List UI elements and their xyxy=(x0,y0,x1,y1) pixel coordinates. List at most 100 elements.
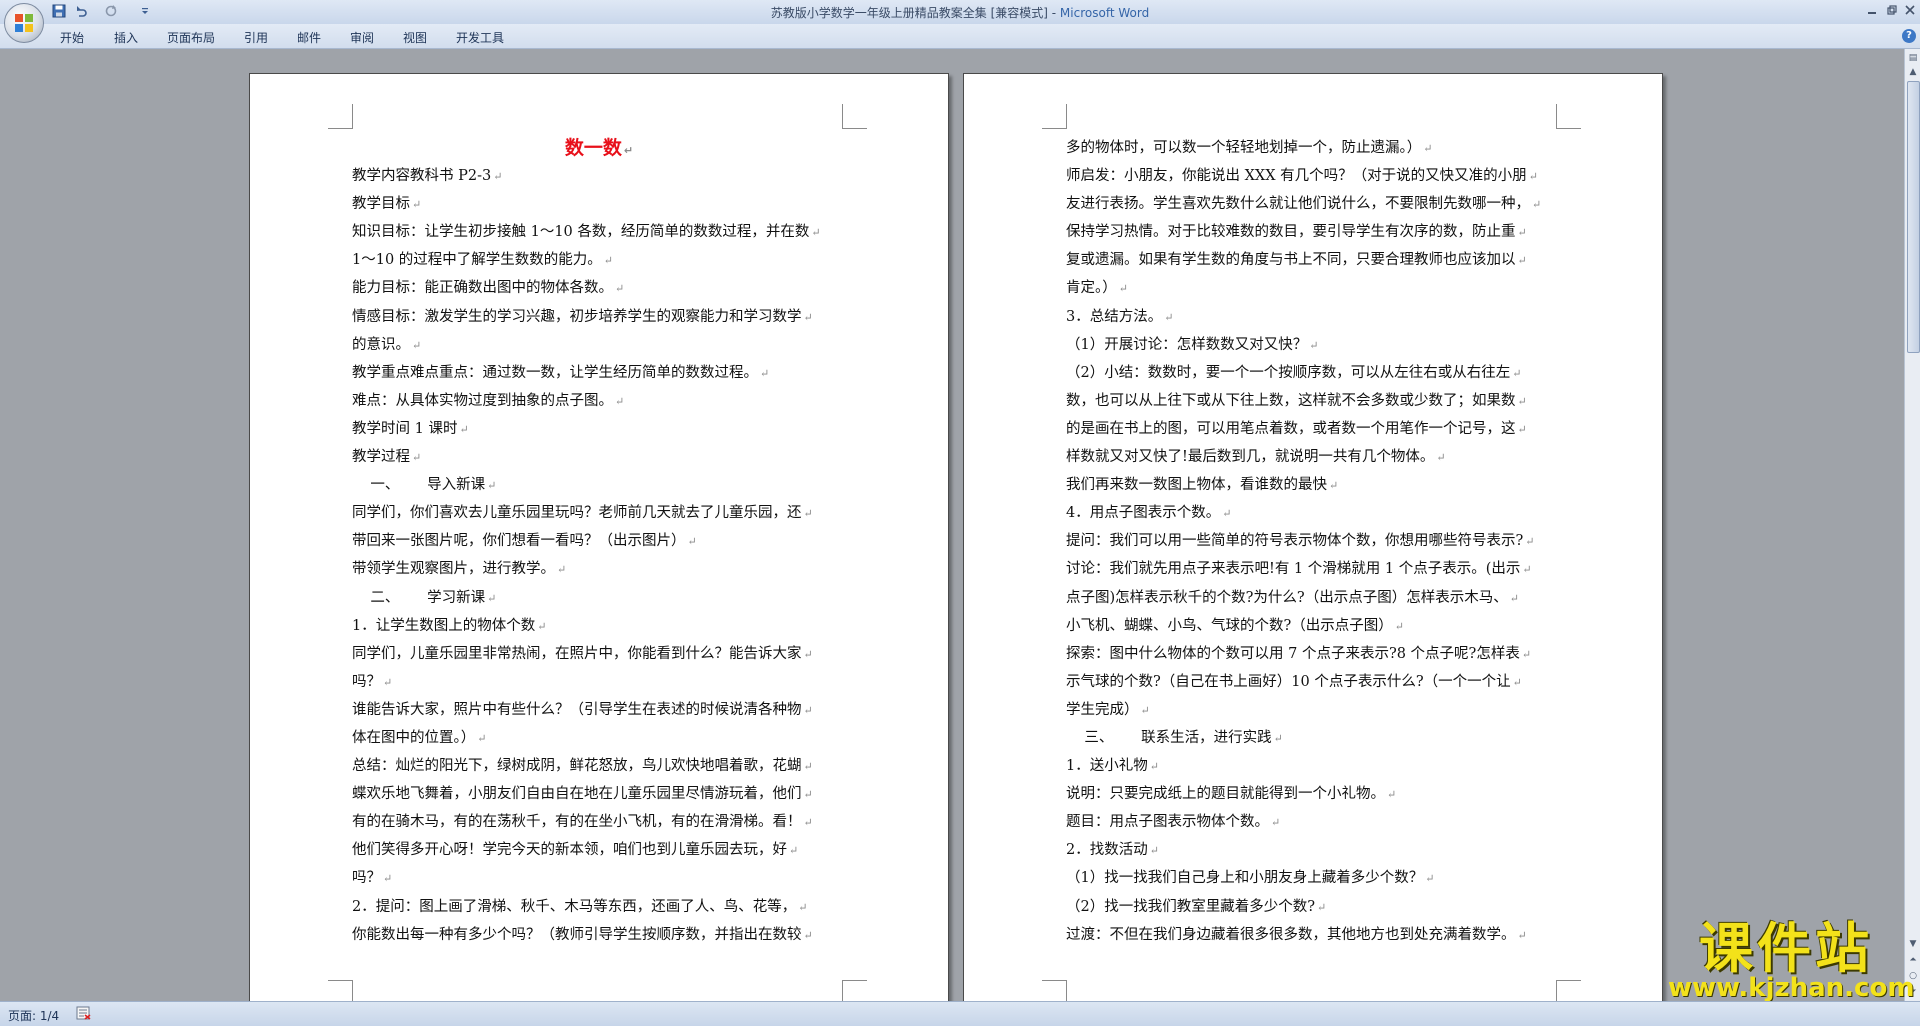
left-page-text: 数一数 ↵ 教学内容教科书 P2-3 ↵ 教学目标 ↵ 知识目标：让学生初步接触 1～10… xyxy=(352,134,846,949)
tab-review[interactable]: 审阅 xyxy=(350,29,374,46)
paragraph-mark-icon: ↵ xyxy=(803,816,813,830)
paragraph-mark-icon: ↵ xyxy=(1149,760,1159,774)
tab-insert[interactable]: 插入 xyxy=(114,29,138,46)
paragraph-mark-icon: ↵ xyxy=(383,872,393,886)
document-page-right[interactable]: 多的物体时，可以数一个轻轻地划掉一个，防止遗漏。） ↵ 师启发：小朋友，你能说出 X… xyxy=(963,73,1663,1015)
paragraph-line-text: 你能数出每一种有多少个吗？（教师引导学生按顺序数，并指出在数较 xyxy=(352,926,802,943)
paragraph-mark-icon: ↵ xyxy=(1222,507,1232,521)
paragraph-line: （1）找一找我们自己身上和小朋友身上藏着多少个数？ ↵ xyxy=(1066,864,1560,892)
close-button[interactable] xyxy=(1900,2,1920,20)
watermark-url: www.kjzhan.com xyxy=(1668,973,1915,1003)
paragraph-line: 1．让学生数图上的物体个数 ↵ xyxy=(352,612,846,640)
paragraph-mark-icon: ↵ xyxy=(459,422,469,436)
app-name: Microsoft Word xyxy=(1059,6,1150,20)
tab-developer[interactable]: 开发工具 xyxy=(456,29,504,46)
paragraph-line: 多的物体时，可以数一个轻轻地划掉一个，防止遗漏。） ↵ xyxy=(1066,134,1560,162)
paragraph-line-text: 示气球的个数?（自己在书上画好）10 个点子表示什么?（一个一个让 xyxy=(1066,673,1511,690)
watermark-text: 课件站 xyxy=(1699,917,1873,980)
tab-home[interactable]: 开始 xyxy=(60,29,84,46)
paragraph-line: 教学目标 ↵ xyxy=(352,190,846,218)
paragraph-mark-icon: ↵ xyxy=(803,647,813,661)
right-page-text: 多的物体时，可以数一个轻轻地划掉一个，防止遗漏。） ↵ 师启发：小朋友，你能说出 X… xyxy=(1066,134,1560,949)
paragraph-line-text: （2）找一找我们教室里藏着多少个数? xyxy=(1066,898,1315,915)
restore-button[interactable] xyxy=(1882,2,1902,20)
paragraph-line-text: 1～10 的过程中了解学生数数的能力。 xyxy=(352,252,602,269)
paragraph-mark-icon: ↵ xyxy=(1517,422,1527,436)
paragraph-line: 教学内容教科书 P2-3 ↵ xyxy=(352,162,846,190)
document-title-text: 数一数 xyxy=(564,137,622,159)
paragraph-line-text: 蝶欢乐地飞舞着，小朋友们自由自在地在儿童乐园里尽情游玩着，他们 xyxy=(352,786,802,803)
vertical-scrollbar[interactable]: ▤ ▲ ▼ ⏶ ○ ⏷ xyxy=(1904,49,1920,1001)
paragraph-mark-icon: ↵ xyxy=(1423,142,1433,155)
paragraph-mark-icon: ↵ xyxy=(1512,675,1522,689)
paragraph-line: 复或遗漏。如果有学生数的角度与书上不同，只要合理教师也应该加以 ↵ xyxy=(1066,246,1560,274)
paragraph-line-text: 复或遗漏。如果有学生数的角度与书上不同，只要合理教师也应该加以 xyxy=(1066,252,1516,269)
paragraph-line-text: 样数就又对又快了!最后数到几，就说明一共有几个物体。 xyxy=(1066,449,1435,466)
paragraph-mark-icon: ↵ xyxy=(615,282,625,296)
paragraph-line: 题目：用点子图表示物体个数。 ↵ xyxy=(1066,808,1560,836)
scrollbar-thumb[interactable] xyxy=(1907,81,1920,353)
tab-references[interactable]: 引用 xyxy=(244,29,268,46)
paragraph-line-text: 数，也可以从上往下或从下往上数，这样就不会多数或少数了；如果数 xyxy=(1066,392,1516,409)
paragraph-line-text: （2）小结：数数时，要一个一个按顺序数，可以从左往右或从右往左 xyxy=(1066,364,1511,381)
paragraph-line: （2）小结：数数时，要一个一个按顺序数，可以从左往右或从右往左 ↵ xyxy=(1066,359,1560,387)
paragraph-mark-icon: ↵ xyxy=(1118,282,1128,296)
document-page-left[interactable]: 数一数 ↵ 教学内容教科书 P2-3 ↵ 教学目标 ↵ 知识目标：让学生初步接触 1～10… xyxy=(249,73,949,1015)
right-page-lines: 多的物体时，可以数一个轻轻地划掉一个，防止遗漏。） ↵ 师启发：小朋友，你能说出 X… xyxy=(1066,134,1560,949)
paragraph-mark-icon: ↵ xyxy=(1521,647,1532,661)
paragraph-mark-icon: ↵ xyxy=(1525,535,1535,549)
paragraph-line: 吗？ ↵ xyxy=(352,864,846,892)
paragraph-line: 的意识。 ↵ xyxy=(352,331,846,359)
paragraph-mark-icon: ↵ xyxy=(1140,703,1150,717)
paragraph-line: 谁能告诉大家，照片中有些什么？（引导学生在表述的时候说清各种物 ↵ xyxy=(352,696,846,724)
paragraph-line-text: 能力目标：能正确数出图中的物体各数。 xyxy=(352,280,613,297)
paragraph-line: 肯定。） ↵ xyxy=(1066,274,1560,302)
tab-page-layout[interactable]: 页面布局 xyxy=(167,29,215,46)
paragraph-line-text: 体在图中的位置。） xyxy=(352,729,476,746)
paragraph-mark-icon: ↵ xyxy=(1522,563,1532,577)
paragraph-line: 3．总结方法。 ↵ xyxy=(1066,303,1560,331)
scroll-up-icon[interactable]: ▲ xyxy=(1906,65,1920,79)
previous-page-icon[interactable]: ⏶ xyxy=(1906,953,1920,967)
paragraph-line: 教学重点难点重点：通过数一数，让学生经历简单的数数过程。 ↵ xyxy=(352,359,846,387)
minimize-button[interactable] xyxy=(1862,2,1882,20)
window-title: 苏教版小学数学一年级上册精品教案全集 [兼容模式] - Microsoft Wo… xyxy=(0,4,1920,21)
paragraph-mark-icon: ↵ xyxy=(477,731,487,745)
paragraph-line: 能力目标：能正确数出图中的物体各数。 ↵ xyxy=(352,274,846,302)
page-count-status[interactable]: 页面: 1/4 xyxy=(8,1007,59,1024)
scroll-down-icon[interactable]: ▼ xyxy=(1906,937,1920,951)
paragraph-line: 带回来一张图片呢，你们想看一看吗？（出示图片） ↵ xyxy=(352,527,846,555)
paragraph-line: 难点：从具体实物过度到抽象的点子图。 ↵ xyxy=(352,387,846,415)
paragraph-line: 讨论：我们就先用点子来表示吧!有 1 个滑梯就用 1 个点子表示。(出示 ↵ xyxy=(1066,555,1560,583)
title-bar: 苏教版小学数学一年级上册精品教案全集 [兼容模式] - Microsoft Wo… xyxy=(0,0,1920,43)
paragraph-line-text: 带领学生观察图片，进行教学。 xyxy=(352,561,555,578)
office-button[interactable] xyxy=(4,3,44,43)
paragraph-line: （2）找一找我们教室里藏着多少个数? ↵ xyxy=(1066,893,1560,921)
paragraph-line-text: 总结：灿烂的阳光下，绿树成阴，鲜花怒放，鸟儿欢快地唱着歌，花蝴 xyxy=(352,758,802,775)
paragraph-mark-icon: ↵ xyxy=(1532,198,1542,212)
paragraph-line: 二、 学习新课 ↵ xyxy=(352,584,846,612)
proofing-status-icon[interactable] xyxy=(76,1006,92,1020)
paragraph-mark-icon: ↵ xyxy=(803,928,813,942)
help-icon[interactable]: ? xyxy=(1902,29,1916,43)
paragraph-line: 说明：只要完成纸上的题目就能得到一个小礼物。 ↵ xyxy=(1066,780,1560,808)
paragraph-line: 1～10 的过程中了解学生数数的能力。 ↵ xyxy=(352,246,846,274)
paragraph-line: 过渡：不但在我们身边藏着很多很多数，其他地方也到处充满着数学。 ↵ xyxy=(1066,921,1560,949)
tab-view[interactable]: 视图 xyxy=(403,29,427,46)
paragraph-line: 蝶欢乐地飞舞着，小朋友们自由自在地在儿童乐园里尽情游玩着，他们 ↵ xyxy=(352,780,846,808)
paragraph-line-text: 吗？ xyxy=(352,870,381,887)
restore-icon xyxy=(1887,5,1897,15)
paragraph-line-text: 二、 学习新课 xyxy=(352,589,486,606)
paragraph-mark-icon: ↵ xyxy=(537,619,547,633)
paragraph-line-text: 多的物体时，可以数一个轻轻地划掉一个，防止遗漏。） xyxy=(1066,140,1422,156)
ruler-toggle-icon[interactable]: ▤ xyxy=(1906,51,1920,65)
paragraph-line-text: 的意识。 xyxy=(352,336,410,353)
paragraph-line-text: 师启发：小朋友，你能说出 XXX 有几个吗？（对于说的又快又准的小朋 xyxy=(1066,168,1527,185)
paragraph-line-text: 三、 联系生活，进行实践 xyxy=(1066,729,1272,746)
paragraph-line-text: 探索：图中什么物体的个数可以用 7 个点子来表示?8 个点子呢?怎样表 xyxy=(1066,645,1520,662)
ribbon-tabs: 开始 插入 页面布局 引用 邮件 审阅 视图 开发工具 ? xyxy=(0,24,1920,49)
paragraph-mark-icon: ↵ xyxy=(811,226,821,240)
tab-mailings[interactable]: 邮件 xyxy=(297,29,321,46)
paragraph-mark-icon: ↵ xyxy=(1164,310,1174,324)
paragraph-line: 教学时间 1 课时 ↵ xyxy=(352,415,846,443)
